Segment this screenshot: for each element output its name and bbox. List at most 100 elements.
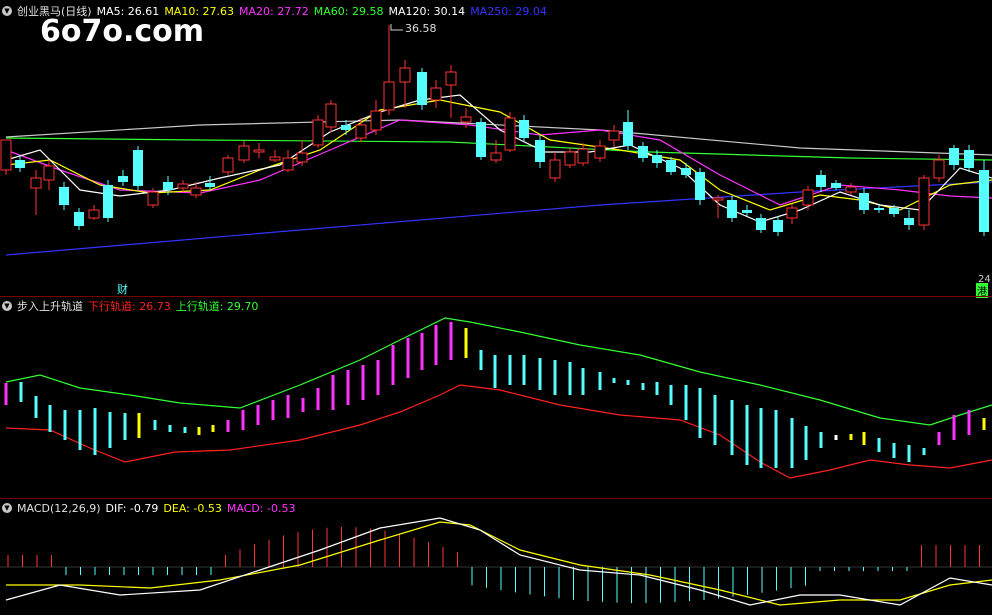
candle-body: [666, 160, 676, 172]
dif-line: [5, 517, 992, 606]
candle-body: [476, 122, 486, 157]
candle-41: [608, 125, 620, 147]
candle-body: [964, 150, 974, 168]
candle-body: [979, 170, 989, 232]
candle-body: [15, 160, 25, 168]
candle-body: [549, 159, 561, 179]
candle-45: [666, 157, 676, 175]
candle-35: [519, 115, 529, 142]
candle-body: [519, 120, 529, 138]
candle-body: [296, 152, 308, 163]
candle-12: [177, 180, 189, 192]
candle-39: [577, 143, 589, 166]
dif-label: DIF: -0.79: [105, 501, 159, 515]
candle-8: [118, 170, 128, 186]
candle-47: [695, 168, 705, 205]
candle-9: [133, 146, 143, 190]
candle-body: [742, 210, 752, 213]
candle-body: [490, 152, 502, 161]
candle-body: [577, 148, 589, 164]
candle-38: [564, 148, 576, 168]
candle-17: [253, 143, 265, 158]
candle-body: [59, 187, 69, 205]
upper-track-label: 上行轨道: 29.70: [175, 300, 259, 313]
candle-26: [383, 25, 395, 115]
candle-body: [163, 182, 173, 190]
candle-body: [88, 209, 100, 219]
candle-14: [205, 176, 215, 190]
candle-57: [845, 183, 857, 195]
candle-6: [88, 205, 100, 220]
candle-body: [756, 218, 766, 230]
candle-58: [859, 188, 869, 214]
candle-7: [103, 180, 113, 222]
panel-divider-1: [0, 296, 992, 297]
candle-body: [933, 159, 945, 179]
candle-34: [504, 112, 516, 152]
candle-body: [133, 150, 143, 186]
candle-body: [831, 183, 841, 188]
high-marker-line: [390, 24, 403, 31]
candle-46: [681, 163, 691, 178]
candle-body: [874, 208, 884, 210]
candle-29: [430, 80, 442, 108]
candle-20: [296, 140, 308, 166]
candle-body: [445, 71, 457, 86]
macd-chart: [0, 517, 992, 606]
candle-body: [504, 117, 516, 151]
candle-body: [638, 146, 648, 158]
candle-body: [652, 155, 662, 163]
candle-body: [845, 186, 857, 193]
candle-37: [549, 152, 561, 182]
candle-body: [802, 189, 814, 206]
candle-5: [74, 208, 84, 230]
candle-30: [445, 65, 457, 118]
candle-body: [30, 177, 42, 189]
candle-body: [312, 119, 324, 146]
candle-40: [594, 140, 606, 162]
candle-body: [727, 200, 737, 218]
indicator-header: ▼ 步入上升轨道 下行轨道: 26.73 上行轨道: 29.70: [0, 299, 258, 313]
macd-header: ▼ MACD(12,26,9) DIF: -0.79 DEA: -0.53 MA…: [0, 501, 295, 515]
macd-value-label: MACD: -0.53: [226, 501, 296, 515]
candle-body: [0, 139, 12, 171]
candle-2: [30, 170, 42, 215]
candle-53: [786, 204, 798, 224]
chevron-down-icon[interactable]: ▼: [2, 503, 12, 513]
chevron-down-icon[interactable]: ▼: [2, 301, 12, 311]
candle-body: [712, 197, 724, 201]
candle-body: [190, 187, 202, 196]
candle-body: [904, 218, 914, 225]
candle-body: [74, 212, 84, 226]
candle-body: [205, 183, 215, 187]
candle-65: [964, 145, 974, 172]
candle-body: [681, 168, 691, 175]
candle-49: [727, 196, 737, 222]
dea-label: DEA: -0.53: [163, 501, 222, 515]
candle-0: [0, 139, 12, 175]
candle-body: [238, 145, 250, 161]
candle-body: [918, 177, 930, 226]
candle-4: [59, 182, 69, 210]
candle-body: [460, 116, 472, 123]
candle-body: [118, 176, 128, 182]
candle-body: [399, 67, 411, 83]
high-price-label: 36.58: [405, 22, 437, 35]
finance-marker[interactable]: 财: [117, 281, 128, 297]
candle-body: [564, 151, 576, 166]
candle-52: [773, 216, 783, 236]
indicator-chart: [4, 317, 992, 479]
candle-body: [608, 130, 620, 141]
candle-15: [222, 155, 234, 175]
candle-body: [949, 148, 959, 165]
candle-body: [103, 185, 113, 218]
candle-48: [712, 195, 724, 218]
candle-body: [889, 208, 899, 214]
candle-54: [802, 186, 814, 210]
candle-61: [904, 210, 914, 230]
candle-body: [773, 220, 783, 232]
candle-27: [399, 60, 411, 108]
upper-track-line: [5, 317, 992, 426]
candle-22: [325, 100, 337, 132]
candle-43: [638, 142, 648, 162]
